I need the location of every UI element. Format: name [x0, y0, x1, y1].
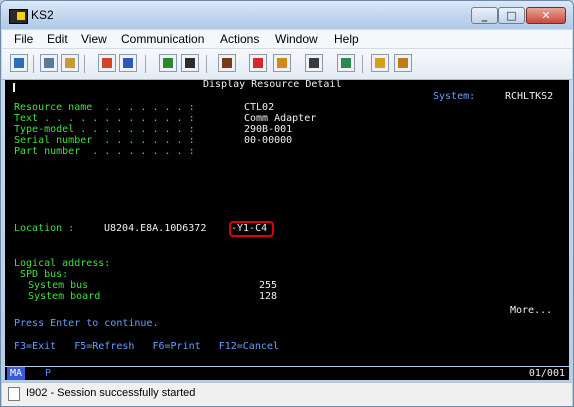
stop-macro-button[interactable] — [273, 54, 291, 72]
text-label: Text . . . . . . . . . . . . : — [14, 113, 195, 124]
display-icon — [163, 58, 173, 68]
location-value: U8204.E8A.10D6372 — [104, 223, 207, 234]
system-board-label: System board — [28, 291, 101, 302]
status-bar: I902 - Session successfully started — [2, 382, 572, 406]
location-highlight-box — [229, 221, 274, 237]
cursor-position: 01/001 — [528, 368, 565, 379]
play-macro-icon — [253, 58, 263, 68]
part-number-label: Part number . . . . . . . . : — [14, 146, 195, 157]
send-file-icon — [102, 58, 112, 68]
spd-bus-label: SPD bus: — [20, 269, 69, 280]
resource-name-label: Resource name . . . . . . . : — [14, 102, 195, 113]
text-cursor — [13, 83, 15, 92]
menu-edit[interactable]: Edit — [47, 32, 68, 46]
toolbar-separator — [206, 55, 207, 73]
more-indicator: More... — [510, 305, 553, 316]
minimize-icon: _ — [481, 9, 488, 22]
system-bus-label: System bus — [28, 280, 89, 291]
display-button[interactable] — [159, 54, 177, 72]
help-icon — [375, 58, 385, 68]
title-bar[interactable]: KS2 _ □ ✕ — [1, 1, 573, 29]
system-board-value: 128 — [259, 291, 278, 302]
receive-file-icon — [123, 58, 133, 68]
menu-file[interactable]: File — [14, 32, 33, 46]
send-file-button[interactable] — [98, 54, 116, 72]
play-macro-button[interactable] — [249, 54, 267, 72]
message-icon — [8, 387, 20, 401]
keyboard-button[interactable] — [181, 54, 199, 72]
status-message: I902 - Session successfully started — [26, 387, 196, 399]
record-macro-button[interactable] — [218, 54, 236, 72]
screen-title: Display Resource Detail — [203, 80, 342, 90]
maximize-icon: □ — [506, 9, 517, 22]
print-screen-icon — [14, 58, 24, 68]
quick-keys-icon — [309, 58, 319, 68]
function-keys[interactable]: F3=Exit F5=Refresh F6=Print F12=Cancel — [14, 341, 279, 352]
menu-bar: File Edit View Communication Actions Win… — [2, 30, 572, 49]
window-title: KS2 — [31, 8, 54, 22]
system-label: System: — [433, 91, 476, 102]
menu-view[interactable]: View — [81, 32, 107, 46]
toolbar-separator — [145, 55, 146, 73]
serial-number-label: Serial number . . . . . . . : — [14, 135, 195, 146]
location-label: Location : — [14, 223, 75, 234]
text-value: Comm Adapter — [244, 113, 317, 124]
logical-address-label: Logical address: — [14, 258, 111, 269]
menu-actions[interactable]: Actions — [220, 32, 259, 46]
paste-button[interactable] — [61, 54, 79, 72]
minimize-button[interactable]: _ — [471, 7, 498, 24]
oia-indicator: P — [45, 368, 52, 379]
toolbar-separator — [33, 55, 34, 73]
close-button[interactable]: ✕ — [526, 7, 566, 24]
oia-mode: MA — [7, 367, 26, 380]
close-icon: ✕ — [541, 9, 551, 22]
menu-communication[interactable]: Communication — [121, 32, 204, 46]
serial-number-value: 00-00000 — [244, 135, 293, 146]
menu-window[interactable]: Window — [275, 32, 318, 46]
toolbar-separator — [362, 55, 363, 73]
receive-file-button[interactable] — [119, 54, 137, 72]
copy-icon — [44, 58, 54, 68]
system-value: RCHLTKS2 — [505, 91, 554, 102]
type-model-value: 290B-001 — [244, 124, 293, 135]
emulator-window: KS2 _ □ ✕ File Edit View Communication A… — [0, 0, 574, 407]
help-button[interactable] — [371, 54, 389, 72]
operator-info-area: MA P 01/001 — [5, 367, 569, 380]
quick-keys-button[interactable] — [305, 54, 323, 72]
prompt-text: Press Enter to continue. — [14, 318, 159, 329]
app-icon[interactable] — [9, 9, 28, 24]
type-model-label: Type-model . . . . . . . . . : — [14, 124, 195, 135]
globe-button[interactable] — [337, 54, 355, 72]
resource-name-value: CTL02 — [244, 102, 275, 113]
copy-button[interactable] — [40, 54, 58, 72]
terminal-screen[interactable]: Display Resource Detail System: RCHLTKS2… — [5, 80, 569, 366]
paste-icon — [65, 58, 75, 68]
tools-icon — [398, 58, 408, 68]
system-bus-value: 255 — [259, 280, 278, 291]
menu-help[interactable]: Help — [334, 32, 359, 46]
stop-macro-icon — [277, 58, 287, 68]
globe-icon — [341, 58, 351, 68]
print-screen-button[interactable] — [10, 54, 28, 72]
toolbar-separator — [84, 55, 85, 73]
tools-button[interactable] — [394, 54, 412, 72]
maximize-button[interactable]: □ — [498, 7, 525, 24]
record-macro-icon — [222, 58, 232, 68]
toolbar — [2, 49, 572, 80]
keyboard-icon — [185, 58, 195, 68]
